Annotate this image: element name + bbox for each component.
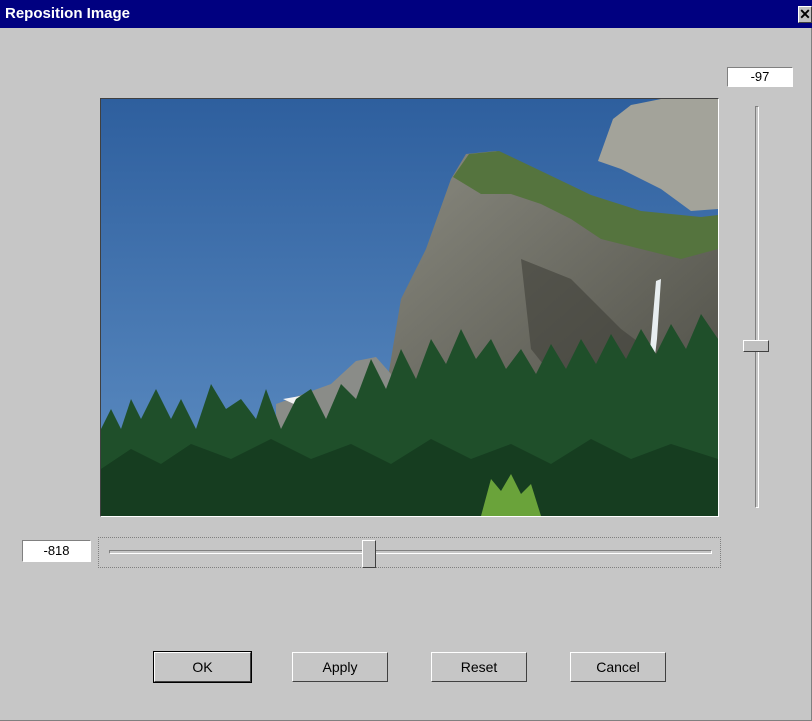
- vertical-offset-field[interactable]: -97: [727, 67, 793, 87]
- vertical-slider-thumb[interactable]: [743, 340, 769, 352]
- horizontal-slider-thumb[interactable]: [362, 540, 376, 568]
- title-bar: Reposition Image ✕: [0, 0, 812, 28]
- vertical-slider-track[interactable]: [755, 106, 759, 508]
- horizontal-offset-field[interactable]: -818: [22, 540, 91, 562]
- landscape-image: [101, 99, 718, 516]
- window-title: Reposition Image: [5, 5, 131, 22]
- close-icon: ✕: [799, 6, 811, 22]
- horizontal-slider-track[interactable]: [109, 550, 712, 554]
- cancel-button[interactable]: Cancel: [570, 652, 666, 682]
- reposition-image-dialog: Reposition Image ✕ -97 -818 OK Apply Res…: [0, 0, 812, 721]
- reset-button[interactable]: Reset: [431, 652, 527, 682]
- ok-button[interactable]: OK: [153, 651, 252, 683]
- image-preview: [100, 98, 719, 517]
- close-button[interactable]: ✕: [798, 6, 812, 23]
- apply-button[interactable]: Apply: [292, 652, 388, 682]
